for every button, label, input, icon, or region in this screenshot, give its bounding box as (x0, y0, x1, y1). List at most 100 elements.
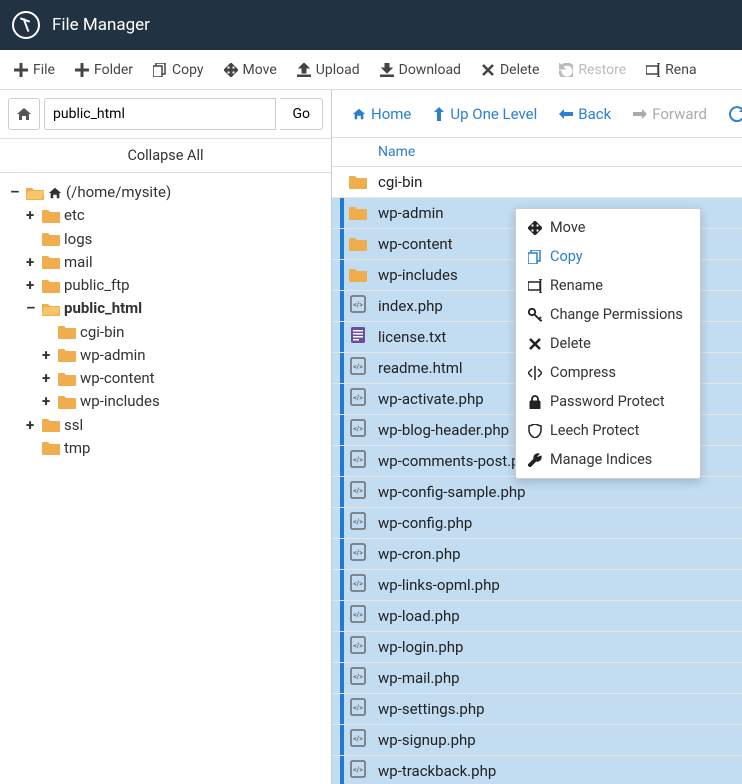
svg-text:</>: </> (353, 487, 363, 495)
tree-node-label: public_ftp (64, 274, 130, 297)
tree-node[interactable]: +wp-includes (10, 390, 321, 413)
context-indices[interactable]: Manage Indices (516, 445, 700, 474)
tree-node[interactable]: +etc (10, 204, 321, 227)
file-row[interactable]: </>wp-cron.php (332, 539, 742, 570)
folder-icon (42, 418, 60, 432)
tree-toggle-icon[interactable]: + (42, 344, 54, 367)
svg-text:</>: </> (353, 673, 363, 681)
move-icon (224, 63, 238, 77)
upload-button[interactable]: Upload (287, 56, 370, 84)
selection-bar (340, 601, 344, 631)
tree-node[interactable]: +mail (10, 251, 321, 274)
nav-reload[interactable] (719, 100, 742, 128)
folder-icon (58, 348, 76, 362)
go-button[interactable]: Go (280, 98, 323, 130)
context-label: Change Permissions (550, 306, 683, 323)
context-label: Rename (550, 277, 603, 294)
app-title: File Manager (52, 15, 150, 35)
toolbar-label: Copy (172, 62, 204, 78)
tree-toggle-icon[interactable]: + (26, 414, 38, 437)
file-row[interactable]: </>wp-signup.php (332, 725, 742, 756)
svg-text:</>: </> (353, 642, 363, 650)
tree-node[interactable]: +wp-admin (10, 344, 321, 367)
file-row[interactable]: cgi-bin (332, 167, 742, 198)
selection-bar (340, 322, 344, 352)
context-copy[interactable]: Copy (516, 242, 700, 271)
home-button[interactable] (8, 98, 40, 130)
copy-button[interactable]: Copy (143, 56, 214, 84)
file-row[interactable]: </>wp-load.php (332, 601, 742, 632)
path-bar: Go (0, 90, 331, 139)
collapse-all-button[interactable]: Collapse All (0, 139, 331, 173)
svg-text:</>: </> (353, 580, 363, 588)
download-button[interactable]: Download (370, 56, 471, 84)
file-name: wp-trackback.php (378, 762, 496, 780)
home-icon (48, 186, 62, 200)
tree-node[interactable]: +wp-content (10, 367, 321, 390)
nav-home[interactable]: Home (342, 99, 421, 129)
file-icon: </> (350, 450, 366, 472)
svg-text:</>: </> (353, 301, 363, 309)
file-row[interactable]: </>wp-mail.php (332, 663, 742, 694)
rename-button[interactable]: Rena (636, 56, 706, 84)
context-perms[interactable]: Change Permissions (516, 300, 700, 329)
context-pwprotect[interactable]: Password Protect (516, 387, 700, 416)
folder-icon (42, 209, 60, 223)
tree-toggle-icon[interactable]: + (26, 274, 38, 297)
tree-toggle-icon[interactable]: + (42, 367, 54, 390)
file-icon: </> (350, 295, 366, 317)
nav-up[interactable]: Up One Level (423, 99, 547, 129)
file-row[interactable]: </>wp-config.php (332, 508, 742, 539)
tree-toggle-icon[interactable]: + (42, 390, 54, 413)
tree-toggle-icon[interactable]: + (26, 204, 38, 227)
tree-toggle-icon[interactable]: – (26, 297, 38, 320)
tree-toggle-icon[interactable]: – (10, 181, 22, 204)
tree-node[interactable]: + public_ftp (10, 274, 321, 297)
context-rename[interactable]: Rename (516, 271, 700, 300)
tree-root[interactable]: – (/home/mysite) (10, 181, 321, 204)
toolbar-label: Rena (665, 62, 696, 78)
context-compress[interactable]: Compress (516, 358, 700, 387)
folder-tree: – (/home/mysite) +etclogs+mail+public_ft… (0, 173, 331, 468)
copy-icon (528, 250, 542, 264)
upload-icon (297, 63, 311, 77)
compress-icon (528, 366, 542, 380)
context-delete[interactable]: Delete (516, 329, 700, 358)
path-input[interactable] (44, 98, 276, 130)
tree-toggle-icon[interactable]: + (26, 251, 38, 274)
tree-node[interactable]: –public_html (10, 297, 321, 320)
selection-bar (340, 167, 344, 197)
folder-button[interactable]: Folder (65, 56, 143, 84)
selection-bar (340, 663, 344, 693)
folder-icon (42, 441, 60, 455)
file-name: wp-settings.php (378, 700, 485, 718)
tree-node[interactable]: tmp (10, 437, 321, 460)
key-icon (528, 308, 542, 322)
tree-node-label: cgi-bin (80, 321, 124, 344)
svg-text:</>: </> (353, 704, 363, 712)
context-move[interactable]: Move (516, 213, 700, 242)
move-button[interactable]: Move (214, 56, 287, 84)
column-header-name[interactable]: Name (332, 138, 742, 167)
file-name: readme.html (378, 359, 463, 377)
file-row[interactable]: </> wp-config-sample.php (332, 477, 742, 508)
context-label: Delete (550, 335, 591, 352)
tree-node[interactable]: cgi-bin (10, 321, 321, 344)
tree-node[interactable]: +ssl (10, 414, 321, 437)
file-button[interactable]: File (4, 56, 65, 84)
selection-bar (340, 229, 344, 259)
file-row[interactable]: </> wp-settings.php (332, 694, 742, 725)
file-name: wp-config-sample.php (378, 483, 526, 501)
tree-node[interactable]: logs (10, 228, 321, 251)
file-icon: </> (350, 419, 366, 441)
selection-bar (340, 632, 344, 662)
svg-text:</>: </> (353, 518, 363, 526)
delete-button[interactable]: Delete (471, 56, 549, 84)
svg-text:</>: </> (353, 425, 363, 433)
file-row[interactable]: </>wp-login.php (332, 632, 742, 663)
nav-back[interactable]: Back (549, 99, 621, 129)
context-leech[interactable]: Leech Protect (516, 416, 700, 445)
context-label: Copy (550, 248, 583, 265)
file-row[interactable]: </>wp-trackback.php (332, 756, 742, 784)
file-row[interactable]: </>wp-links-opml.php (332, 570, 742, 601)
